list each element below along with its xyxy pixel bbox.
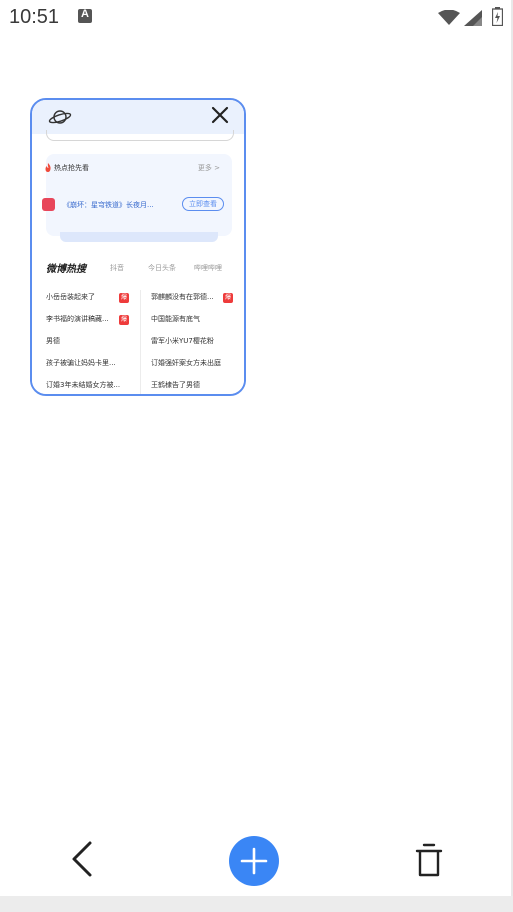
promo-view-button: 立即查看 <box>182 197 224 211</box>
tab-bilibili: 哔哩哔哩 <box>194 264 222 272</box>
tab-douyin: 抖音 <box>110 264 124 272</box>
list-item-text: 订婚强奸案女方未出庭 <box>151 359 221 367</box>
hot-section-title: 热点抢先看 <box>54 164 89 172</box>
list-item-text: 郭麒麟没有在郭德... <box>151 293 214 301</box>
list-item-text: 订婚3年未结婚女方被... <box>46 381 121 389</box>
hot-badge: 爆 <box>223 293 233 303</box>
search-bar-stub <box>46 130 234 141</box>
list-item: 小岳岳装起来了 爆 <box>46 292 141 314</box>
list-item-text: 李书福的演讲稿藏... <box>46 315 109 323</box>
list-item-text: 中国能源有底气 <box>151 315 200 323</box>
close-icon[interactable] <box>210 105 230 125</box>
fire-icon <box>45 163 51 172</box>
hot-badge: 爆 <box>119 293 129 303</box>
list-item-text: 雷军小米YU7樱花粉 <box>151 337 214 345</box>
tab-toutiao: 今日头条 <box>148 264 176 272</box>
promo-app-icon <box>42 198 55 211</box>
list-item: 男德 <box>46 336 141 358</box>
trash-icon[interactable] <box>414 842 444 878</box>
hot-list-right: 郭麒麟没有在郭德... 爆 中国能源有底气 雷军小米YU7樱花粉 订婚强奸案女方… <box>151 292 244 394</box>
tab-thumbnail-card[interactable]: 热点抢先看 更多 > 《崩坏：星穹铁道》长夜月... 立即查看 微博热搜 抖音 … <box>30 98 246 396</box>
list-item: 雷军小米YU7樱花粉 <box>151 336 244 358</box>
list-item: 订婚3年未结婚女方被... <box>46 380 141 394</box>
tab-card-preview: 热点抢先看 更多 > 《崩坏：星穹铁道》长夜月... 立即查看 微博热搜 抖音 … <box>32 130 244 394</box>
list-item-text: 孩子被骗让妈妈卡里... <box>46 359 116 367</box>
add-tab-button[interactable] <box>229 836 279 886</box>
list-item: 李书福的演讲稿藏... 爆 <box>46 314 141 336</box>
tab-weibo-hot: 微博热搜 <box>46 264 86 275</box>
list-item: 订婚强奸案女方未出庭 <box>151 358 244 380</box>
hot-list-left: 小岳岳装起来了 爆 李书福的演讲稿藏... 爆 男德 孩子被骗让妈妈卡里... … <box>46 292 141 394</box>
system-navigation-bar <box>0 896 513 912</box>
status-time: 10:51 <box>9 6 60 28</box>
list-item: 中国能源有底气 <box>151 314 244 336</box>
list-item: 孩子被骗让妈妈卡里... <box>46 358 141 380</box>
planet-icon <box>48 110 72 124</box>
list-item-text: 王鹤棣告了男德 <box>151 381 200 389</box>
list-item-text: 小岳岳装起来了 <box>46 293 95 301</box>
a-badge-icon <box>78 8 92 23</box>
more-link: 更多 > <box>197 164 220 172</box>
bottom-navigation <box>0 826 513 896</box>
wifi-icon <box>438 10 460 25</box>
hot-badge: 爆 <box>119 315 129 325</box>
list-item-text: 男德 <box>46 337 60 345</box>
battery-charging-icon <box>492 7 503 26</box>
promo-text: 《崩坏：星穹铁道》长夜月... <box>63 201 154 209</box>
list-item: 郭麒麟没有在郭德... 爆 <box>151 292 244 314</box>
hot-card-stack <box>60 232 218 242</box>
chevron-left-icon[interactable] <box>68 840 98 878</box>
list-item: 王鹤棣告了男德 <box>151 380 244 394</box>
status-bar: 10:51 <box>0 0 513 36</box>
plus-icon <box>240 847 268 875</box>
hot-list-tabs: 微博热搜 抖音 今日头条 哔哩哔哩 <box>46 262 236 276</box>
tab-card-header <box>32 100 244 134</box>
signal-icon <box>464 10 482 26</box>
